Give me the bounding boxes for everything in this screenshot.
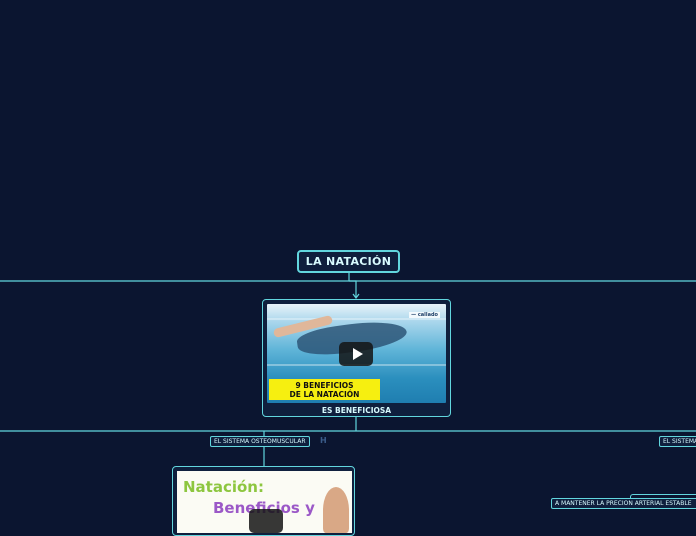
presenter-figure [323, 487, 349, 533]
brand-logo: — callado [409, 312, 440, 318]
video-thumbnail-2[interactable]: Natación: Beneficios y [177, 471, 352, 533]
benefits-video-node[interactable]: — callado 9 BENEFICIOS DE LA NATACIÓN ES… [262, 299, 451, 417]
node-caption: ES BENEFICIOSA [321, 406, 392, 415]
play-icon[interactable] [249, 509, 283, 533]
play-icon[interactable] [339, 342, 373, 366]
pool-lane [267, 318, 446, 320]
video2-title-line1: Natación: [183, 478, 264, 496]
root-topic[interactable]: LA NATACIÓN [297, 250, 400, 273]
video-title-line2: DE LA NATACIÓN [289, 390, 360, 399]
video-title-box: 9 BENEFICIOS DE LA NATACIÓN [269, 379, 380, 400]
root-topic-label: LA NATACIÓN [305, 255, 392, 268]
video-title-line1: 9 BENEFICIOS [295, 381, 354, 390]
video-thumbnail[interactable]: — callado 9 BENEFICIOS DE LA NATACIÓN [267, 304, 446, 403]
second-video-node[interactable]: Natación: Beneficios y [172, 466, 355, 536]
resize-handle[interactable]: H [320, 436, 327, 445]
subtopic-osteomuscular[interactable]: EL SISTEMA OSTEOMUSCULAR [210, 436, 310, 447]
subtopic-sistema[interactable]: EL SISTEMA [659, 436, 696, 447]
subtopic-presion-arterial[interactable]: A MANTENER LA PRECION ARTERIAL ESTABLE [551, 498, 696, 509]
